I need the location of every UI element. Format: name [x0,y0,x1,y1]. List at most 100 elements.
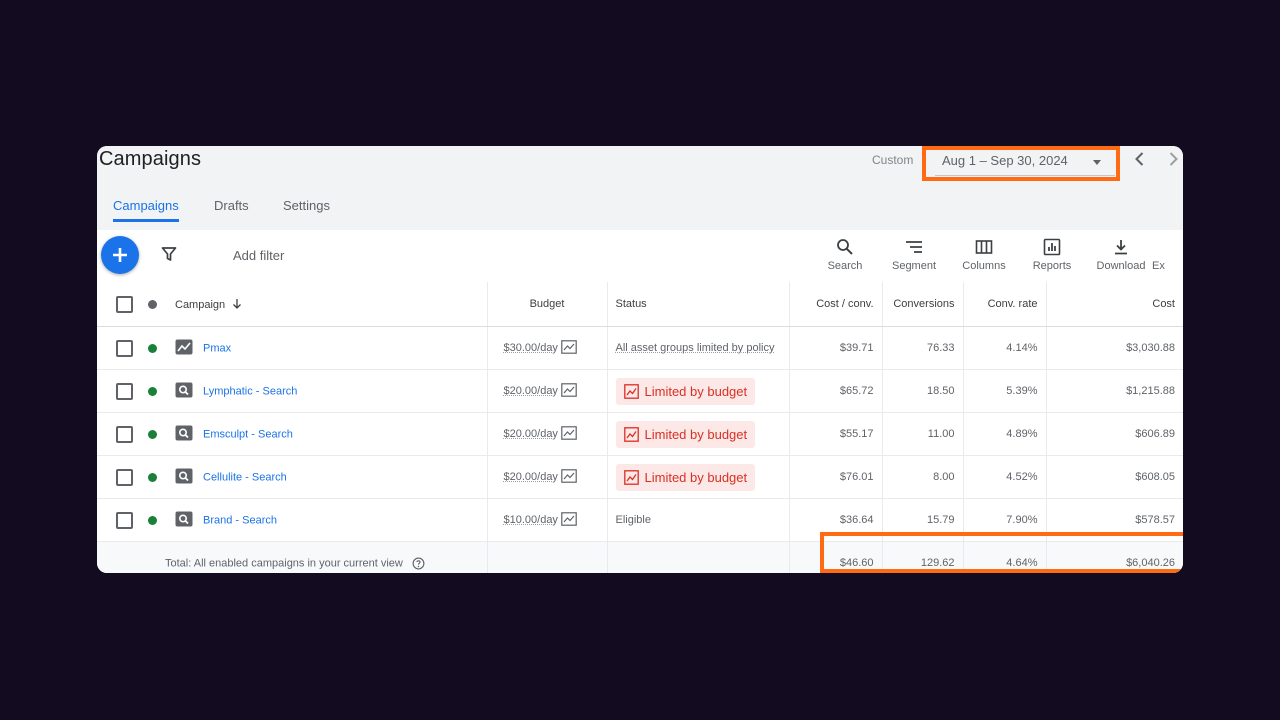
limited-by-budget-badge[interactable]: Limited by budget [615,420,756,448]
previous-period-button[interactable] [1130,149,1150,169]
expand-tool-button[interactable]: Ex [1152,236,1183,278]
enabled-status-dot[interactable] [148,386,157,396]
reports-tool-label: Reports [1032,260,1072,272]
table-row[interactable]: Cellulite - Search $20.00/day Limited by… [97,455,1183,499]
expand-icon [1152,238,1170,256]
conv-rate-column-header[interactable]: Conv. rate [962,282,1046,327]
table-row[interactable]: Emsculpt - Search $20.00/day Limited by … [97,412,1183,456]
budget-value[interactable]: $20.00/day [504,385,558,397]
filter-icon[interactable] [161,246,177,267]
cost-column-header[interactable]: Cost [1045,282,1183,327]
download-tool-button[interactable]: Download [1091,236,1151,278]
search-campaign-icon [175,511,193,530]
status-cell: Limited by budget [606,369,789,413]
limited-by-budget-badge[interactable]: Limited by budget [615,377,756,405]
budget-chart-icon[interactable] [561,339,577,357]
enabled-status-dot[interactable] [148,515,157,525]
caret-down-icon [1093,160,1101,165]
campaign-name-cell: Cellulite - Search [165,455,487,499]
table-row[interactable]: Pmax $30.00/day All asset groups limited… [97,326,1183,370]
conv-rate-cell: 4.14% [962,326,1046,370]
budget-column-header[interactable]: Budget [486,282,607,327]
download-tool-label: Download [1096,260,1146,272]
budget-value[interactable]: $20.00/day [504,471,558,483]
conv-rate-cell: 4.89% [962,412,1046,456]
table-row[interactable]: Brand - Search $10.00/day Eligible $36.6… [97,498,1183,542]
sort-arrow-down-icon [233,298,242,309]
campaign-name-cell: Pmax [165,326,487,370]
campaigns-table: Campaign Budget Status Cost / conv. Conv… [97,282,1183,573]
cost-cell: $578.57 [1045,498,1183,542]
total-conversions: 129.62 [881,541,963,573]
cost-cell: $1,215.88 [1045,369,1183,413]
table-row[interactable]: Lymphatic - Search $20.00/day Limited by… [97,369,1183,413]
search-campaign-icon [175,468,193,487]
total-label: Total: All enabled campaigns in your cur… [165,556,403,569]
columns-icon [975,240,993,254]
total-label-cell: Total: All enabled campaigns in your cur… [165,541,487,573]
reports-tool-button[interactable]: Reports [1022,236,1082,278]
budget-cell: $20.00/day [486,455,607,499]
budget-chart-icon[interactable] [561,382,577,400]
segment-tool-button[interactable]: Segment [884,236,944,278]
tab-settings[interactable]: Settings [283,198,330,221]
row-status-dot-cell [143,455,165,499]
row-status-dot-cell [143,498,165,542]
tab-drafts[interactable]: Drafts [214,198,249,221]
row-checkbox[interactable] [116,339,133,357]
budget-chart-icon[interactable] [561,425,577,443]
budget-chart-icon[interactable] [561,468,577,486]
campaign-name-cell: Emsculpt - Search [165,412,487,456]
cost-conv-column-header[interactable]: Cost / conv. [788,282,882,327]
conversions-cell: 76.33 [881,326,963,370]
columns-tool-button[interactable]: Columns [954,236,1014,278]
budget-value[interactable]: $20.00/day [504,428,558,440]
campaign-name-cell: Lymphatic - Search [165,369,487,413]
budget-chart-icon[interactable] [561,511,577,529]
help-icon[interactable] [412,557,425,570]
status-filter-dot[interactable] [148,299,157,309]
total-status-cell [606,541,789,573]
status-cell: Eligible [606,498,789,542]
search-tool-button[interactable]: Search [815,236,875,278]
date-range-picker[interactable]: Aug 1 – Sep 30, 2024 [935,149,1115,176]
total-cost-conv: $46.60 [788,541,882,573]
reports-icon [1043,238,1061,256]
budget-cell: $10.00/day [486,498,607,542]
conversions-cell: 8.00 [881,455,963,499]
campaign-name-link[interactable]: Lymphatic - Search [203,385,297,397]
status-column-header[interactable]: Status [606,282,789,327]
cost-cell: $606.89 [1045,412,1183,456]
cost-cell: $608.05 [1045,455,1183,499]
add-campaign-button[interactable] [101,236,139,274]
add-filter-button[interactable]: Add filter [233,248,284,263]
next-period-button[interactable] [1163,149,1183,169]
budget-value[interactable]: $30.00/day [504,342,558,354]
enabled-status-dot[interactable] [148,429,157,439]
row-checkbox[interactable] [116,425,133,443]
conv-rate-cell: 4.52% [962,455,1046,499]
enabled-status-dot[interactable] [148,472,157,482]
campaign-name-link[interactable]: Brand - Search [203,514,277,526]
select-all-checkbox[interactable] [116,295,133,313]
tab-campaigns[interactable]: Campaigns [113,198,179,222]
campaign-name-link[interactable]: Cellulite - Search [203,471,287,483]
campaign-name-link[interactable]: Emsculpt - Search [203,428,293,440]
limited-by-budget-badge[interactable]: Limited by budget [615,463,756,491]
budget-value[interactable]: $10.00/day [504,514,558,526]
status-label[interactable]: All asset groups limited by policy [608,342,775,354]
campaign-column-header[interactable]: Campaign [165,282,487,327]
segment-icon [906,241,922,253]
enabled-status-dot[interactable] [148,343,157,353]
status-cell: Limited by budget [606,412,789,456]
conversions-column-header[interactable]: Conversions [881,282,963,327]
chevron-left-icon [1135,152,1144,166]
status-cell: Limited by budget [606,455,789,499]
expand-tool-label: Ex [1152,260,1165,272]
campaign-name-link[interactable]: Pmax [203,342,231,354]
conversions-cell: 15.79 [881,498,963,542]
row-checkbox[interactable] [116,382,133,400]
row-checkbox[interactable] [116,468,133,486]
status-label: Limited by budget [644,426,748,442]
row-checkbox[interactable] [116,511,133,529]
